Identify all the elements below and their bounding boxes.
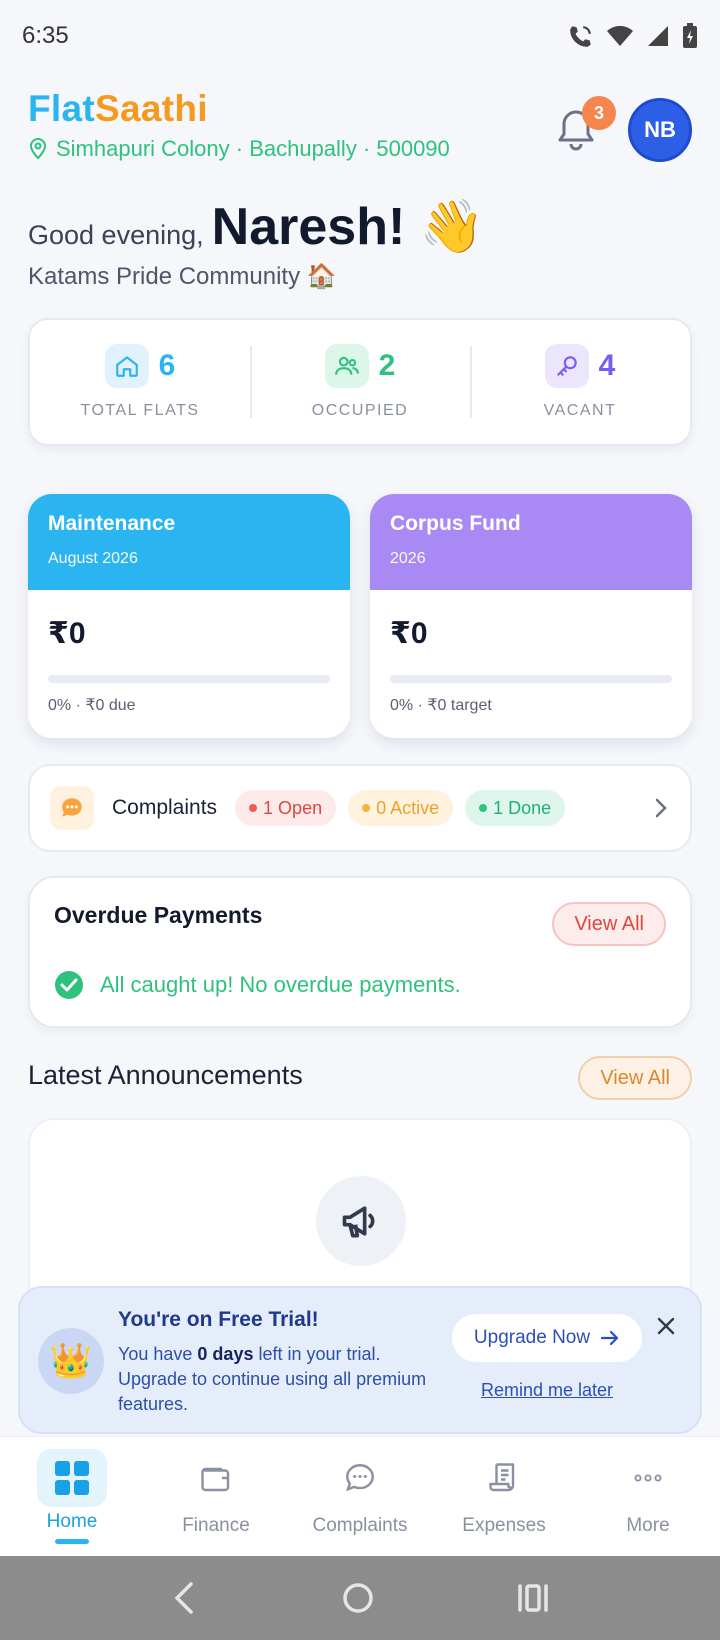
app-header: FlatSaathi Simhapuri Colony · Bachupally… bbox=[28, 88, 692, 168]
upgrade-label: Upgrade Now bbox=[473, 1327, 591, 1348]
maintenance-title: Maintenance bbox=[48, 512, 176, 535]
battery-icon bbox=[683, 23, 697, 48]
nav-complaints-label: Complaints bbox=[312, 1515, 408, 1536]
bottom-nav: Home Finance Complaints Expenses More bbox=[0, 1436, 720, 1556]
stat-vacant-label: VACANT bbox=[543, 402, 617, 419]
nav-expenses[interactable]: Expenses bbox=[432, 1437, 576, 1556]
megaphone-icon bbox=[316, 1176, 406, 1266]
corpus-header: Corpus Fund 2026 bbox=[370, 494, 692, 590]
free-trial-banner: 👑 You're on Free Trial! You have 0 days … bbox=[18, 1286, 702, 1434]
nav-active-indicator bbox=[55, 1539, 89, 1544]
nav-home-label: Home bbox=[46, 1511, 98, 1532]
trial-description: You have 0 days left in your trial. Upgr… bbox=[118, 1344, 427, 1414]
announcements-view-all-button[interactable]: View All bbox=[578, 1056, 692, 1100]
stat-total-value: 6 bbox=[158, 349, 176, 382]
corpus-meta: 0% · ₹0 target bbox=[390, 697, 492, 714]
nav-home[interactable]: Home bbox=[0, 1437, 144, 1556]
location-pin-icon bbox=[29, 138, 47, 160]
notification-badge: 3 bbox=[582, 96, 616, 130]
maintenance-period: August 2026 bbox=[48, 550, 138, 567]
greeting: Good evening, Naresh! 👋 bbox=[28, 196, 484, 257]
stat-occupied[interactable]: 2 OCCUPIED bbox=[250, 320, 470, 444]
maintenance-progress bbox=[48, 675, 330, 683]
nav-finance[interactable]: Finance bbox=[144, 1437, 288, 1556]
arrow-right-icon bbox=[600, 1330, 619, 1346]
corpus-title: Corpus Fund bbox=[390, 512, 521, 535]
greeting-name: Naresh! 👋 bbox=[211, 198, 485, 256]
avatar[interactable]: NB bbox=[628, 98, 692, 162]
users-icon bbox=[324, 344, 369, 388]
overdue-view-all-button[interactable]: View All bbox=[552, 902, 666, 946]
status-icons bbox=[568, 23, 698, 49]
nav-complaints[interactable]: Complaints bbox=[288, 1437, 432, 1556]
complaints-open-chip: 1 Open bbox=[235, 790, 337, 826]
maintenance-meta: 0% · ₹0 due bbox=[48, 697, 136, 714]
corpus-amount: ₹0 bbox=[390, 617, 428, 650]
chevron-right-icon bbox=[655, 798, 667, 818]
stat-vacant-value: 4 bbox=[598, 349, 616, 382]
trial-title: You're on Free Trial! bbox=[118, 1308, 319, 1331]
crown-icon: 👑 bbox=[38, 1328, 104, 1394]
maintenance-card[interactable]: Maintenance August 2026 ₹0 0% · ₹0 due bbox=[28, 494, 350, 738]
nav-finance-label: Finance bbox=[182, 1515, 250, 1536]
check-circle-icon bbox=[55, 971, 83, 999]
complaints-active-text: 0 Active bbox=[376, 797, 440, 818]
wallet-icon bbox=[181, 1449, 251, 1507]
corpus-progress bbox=[390, 675, 672, 683]
overdue-status: All caught up! No overdue payments. bbox=[54, 970, 461, 1000]
receipt-icon bbox=[469, 1449, 539, 1507]
signal-icon bbox=[648, 26, 668, 46]
upgrade-now-button[interactable]: Upgrade Now bbox=[452, 1314, 642, 1362]
maintenance-header: Maintenance August 2026 bbox=[28, 494, 350, 590]
nav-more-label: More bbox=[626, 1515, 670, 1536]
nav-expenses-label: Expenses bbox=[462, 1515, 546, 1536]
home-circle-icon[interactable] bbox=[341, 1581, 375, 1615]
stat-occupied-value: 2 bbox=[378, 349, 396, 382]
complaints-open-text: 1 Open bbox=[263, 797, 323, 818]
maintenance-amount: ₹0 bbox=[48, 617, 86, 650]
trial-days: 0 days bbox=[197, 1344, 254, 1364]
wifi-icon bbox=[607, 25, 633, 46]
stat-occupied-label: OCCUPIED bbox=[311, 402, 409, 419]
location-text: Simhapuri Colony · Bachupally · 500090 bbox=[56, 136, 450, 161]
stat-total-flats[interactable]: 6 TOTAL FLATS bbox=[30, 320, 250, 444]
recents-icon[interactable] bbox=[517, 1583, 549, 1613]
stat-total-label: TOTAL FLATS bbox=[80, 402, 200, 419]
chat-icon bbox=[325, 1449, 395, 1507]
overdue-message: All caught up! No overdue payments. bbox=[100, 972, 461, 997]
more-dots-icon bbox=[613, 1449, 683, 1507]
overdue-payments-card: Overdue Payments View All All caught up!… bbox=[28, 876, 692, 1028]
stat-vacant[interactable]: 4 VACANT bbox=[470, 320, 690, 444]
home-icon bbox=[104, 344, 149, 388]
announcements-title: Latest Announcements bbox=[28, 1060, 303, 1090]
complaints-done-chip: 1 Done bbox=[465, 790, 566, 826]
complaints-row[interactable]: Complaints 1 Open 0 Active 1 Done bbox=[28, 764, 692, 852]
close-icon bbox=[657, 1317, 675, 1335]
community-name: Katams Pride Community 🏠 bbox=[28, 263, 337, 290]
nav-more[interactable]: More bbox=[576, 1437, 720, 1556]
system-nav-bar bbox=[0, 1556, 720, 1640]
chat-bubble-icon bbox=[50, 786, 94, 830]
status-bar: 6:35 bbox=[0, 0, 720, 72]
corpus-period: 2026 bbox=[390, 550, 426, 567]
corpus-fund-card[interactable]: Corpus Fund 2026 ₹0 0% · ₹0 target bbox=[370, 494, 692, 738]
complaints-title: Complaints bbox=[112, 796, 218, 819]
brand-part1: Flat bbox=[28, 88, 95, 129]
grid-icon bbox=[37, 1449, 107, 1507]
remind-later-link[interactable]: Remind me later bbox=[452, 1380, 642, 1401]
flat-stats-card: 6 TOTAL FLATS 2 OCCUPIED 4 VACANT bbox=[28, 318, 692, 446]
key-icon bbox=[544, 344, 589, 388]
complaints-active-chip: 0 Active bbox=[348, 790, 454, 826]
back-icon[interactable] bbox=[171, 1580, 199, 1616]
brand-part2: Saathi bbox=[94, 88, 208, 129]
complaints-done-text: 1 Done bbox=[493, 797, 552, 818]
greeting-prefix: Good evening, bbox=[28, 220, 204, 250]
wifi-call-icon bbox=[570, 26, 591, 47]
close-banner-button[interactable] bbox=[652, 1312, 680, 1340]
status-time: 6:35 bbox=[22, 22, 69, 49]
notification-button[interactable]: 3 bbox=[554, 96, 616, 158]
